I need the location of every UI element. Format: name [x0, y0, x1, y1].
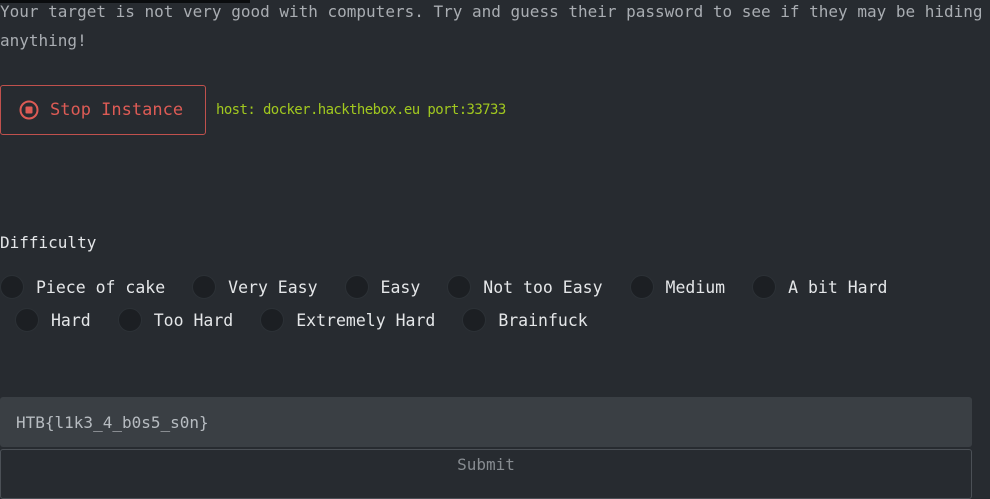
- difficulty-option-not-too-easy[interactable]: Not too Easy: [447, 275, 603, 299]
- difficulty-label: Difficulty: [0, 233, 97, 252]
- difficulty-option-hard[interactable]: Hard: [15, 308, 91, 332]
- radio-circle-icon[interactable]: [192, 275, 217, 299]
- difficulty-option-a-bit-hard[interactable]: A bit Hard: [752, 275, 887, 299]
- difficulty-option-label: Hard: [51, 310, 91, 330]
- difficulty-option-label: Extremely Hard: [296, 310, 436, 330]
- radio-circle-icon[interactable]: [15, 308, 39, 332]
- difficulty-option-extremely-hard[interactable]: Extremely Hard: [260, 308, 435, 332]
- difficulty-options-row-2: Hard Too Hard Extremely Hard Brainfuck: [15, 308, 615, 332]
- submit-button[interactable]: Submit: [0, 449, 972, 499]
- radio-circle-icon[interactable]: [462, 308, 487, 332]
- difficulty-option-brainfuck[interactable]: Brainfuck: [462, 308, 588, 332]
- difficulty-option-very-easy[interactable]: Very Easy: [192, 275, 318, 299]
- difficulty-option-label: Piece of cake: [36, 277, 166, 297]
- difficulty-option-label: Easy: [380, 277, 421, 297]
- difficulty-option-easy[interactable]: Easy: [344, 275, 421, 299]
- difficulty-option-label: Not too Easy: [483, 277, 603, 297]
- difficulty-option-label: Medium: [665, 277, 726, 297]
- stop-circle-icon: [19, 100, 39, 120]
- radio-circle-icon[interactable]: [629, 275, 654, 299]
- difficulty-option-too-hard[interactable]: Too Hard: [117, 308, 234, 332]
- difficulty-options-row-1: Piece of cake Very Easy Easy Not too Eas…: [0, 275, 914, 299]
- instance-controls: Stop Instance host: docker.hackthebox.eu…: [0, 85, 506, 135]
- radio-circle-icon[interactable]: [752, 275, 777, 299]
- difficulty-option-label: A bit Hard: [788, 277, 888, 297]
- stop-instance-label: Stop Instance: [50, 100, 184, 120]
- radio-circle-icon[interactable]: [344, 275, 369, 299]
- flag-input[interactable]: [0, 397, 972, 447]
- difficulty-option-medium[interactable]: Medium: [629, 275, 726, 299]
- radio-circle-icon[interactable]: [0, 275, 24, 299]
- radio-circle-icon[interactable]: [117, 308, 142, 332]
- difficulty-option-piece-of-cake[interactable]: Piece of cake: [0, 275, 165, 299]
- stop-instance-button[interactable]: Stop Instance: [0, 85, 206, 135]
- difficulty-option-label: Brainfuck: [498, 310, 588, 330]
- difficulty-option-label: Very Easy: [228, 277, 318, 297]
- difficulty-option-label: Too Hard: [153, 310, 234, 330]
- challenge-description: Your target is not very good with comput…: [0, 2, 983, 50]
- radio-circle-icon[interactable]: [260, 308, 285, 332]
- radio-circle-icon[interactable]: [447, 275, 472, 299]
- host-info: host: docker.hackthebox.eu port:33733: [216, 102, 506, 118]
